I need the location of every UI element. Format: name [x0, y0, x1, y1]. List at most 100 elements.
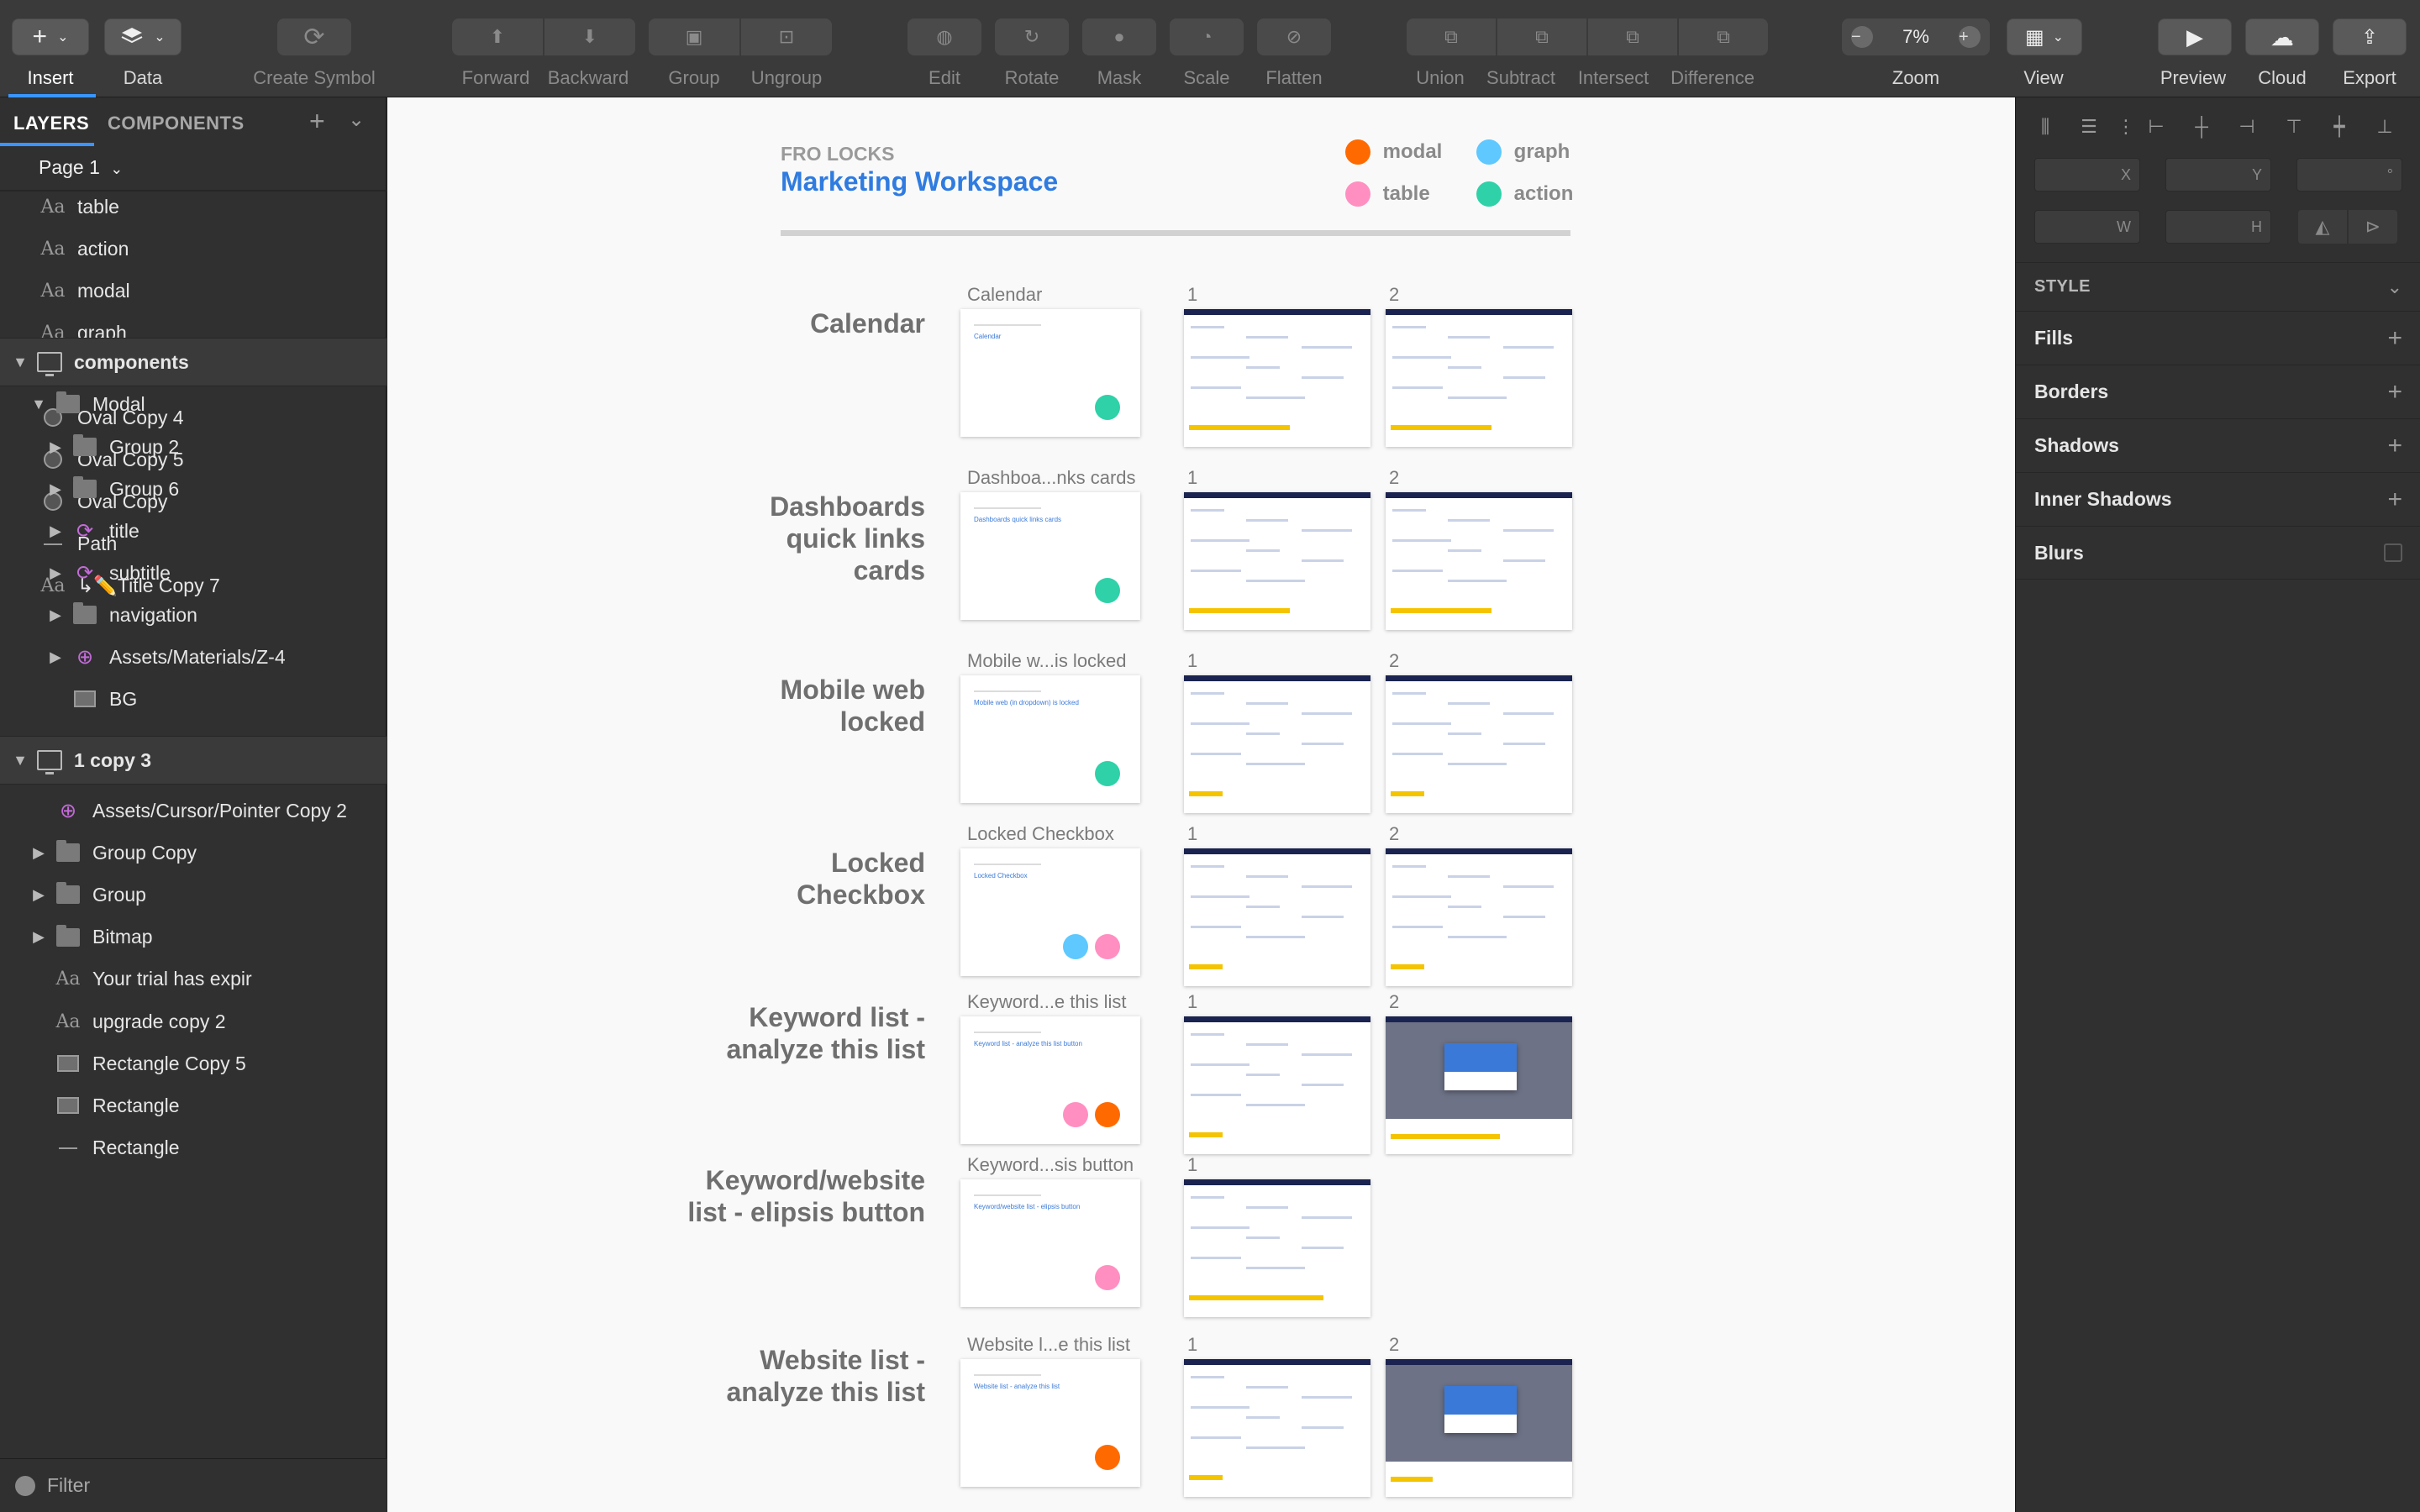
data-button[interactable]: ⌄ [104, 18, 182, 55]
artboard-name-label[interactable]: Keyword...e this list [967, 991, 1127, 1013]
layer-row[interactable]: ▶ Bitmap [0, 916, 387, 958]
page-selector[interactable]: Page 1 ⌄ [39, 156, 123, 179]
preview-button[interactable]: ▶ [2158, 18, 2232, 55]
artboard-name-label[interactable]: Locked Checkbox [967, 823, 1114, 845]
layer-row[interactable]: ▶ Group 6 [0, 468, 387, 510]
edit-button[interactable]: ◍ [908, 18, 981, 55]
disclosure-expanded-icon[interactable]: ▼ [12, 354, 29, 371]
distribute-vertical-icon[interactable]: ☰ [2076, 116, 2102, 141]
layer-row[interactable]: Aa action [0, 228, 387, 270]
screenshot-artboard[interactable] [1386, 675, 1572, 813]
artboard-thumbnail[interactable]: Keyword list - analyze this list button [960, 1016, 1140, 1144]
insert-button[interactable]: + ⌄ [12, 18, 89, 55]
disclosure-collapsed-icon[interactable]: ▶ [47, 648, 64, 666]
difference-button[interactable]: ⧉ [1679, 18, 1768, 55]
disclosure-collapsed-icon[interactable]: ▶ [47, 522, 64, 540]
filter-bar[interactable]: Filter [0, 1458, 387, 1512]
layer-row[interactable]: Aa table [0, 186, 387, 228]
inner-shadows-row[interactable]: Inner Shadows + [2016, 472, 2420, 526]
intersect-button[interactable]: ⧉ [1588, 18, 1677, 55]
width-field[interactable]: W [2034, 210, 2140, 244]
screenshot-artboard[interactable] [1386, 309, 1572, 447]
union-button[interactable]: ⧉ [1407, 18, 1496, 55]
artboard-thumbnail[interactable]: Dashboards quick links cards [960, 492, 1140, 620]
screenshot-artboard[interactable] [1184, 1179, 1370, 1317]
layer-row[interactable]: Rectangle [0, 1127, 387, 1169]
y-field[interactable]: Y [2165, 158, 2271, 192]
forward-button[interactable]: ⬆ [452, 18, 543, 55]
layer-row[interactable]: ▶ navigation [0, 594, 387, 636]
layer-group-row-modal[interactable]: ▼ Modal [0, 383, 387, 425]
chevron-down-icon[interactable]: ⌄ [348, 108, 365, 132]
flatten-button[interactable]: ⊘ [1257, 18, 1331, 55]
rotate-button[interactable]: ↻ [995, 18, 1069, 55]
add-shadow-plus-icon[interactable]: + [2387, 432, 2402, 460]
layer-row[interactable]: BG [0, 678, 387, 720]
view-button[interactable]: ▦ ⌄ [2007, 18, 2082, 55]
layer-row[interactable]: ⊕ Assets/Cursor/Pointer Copy 2 [0, 790, 387, 832]
disclosure-collapsed-icon[interactable]: ▶ [47, 564, 64, 582]
artboard-thumbnail[interactable]: Website list - analyze this list [960, 1359, 1140, 1487]
cloud-button[interactable]: ☁ [2245, 18, 2319, 55]
ungroup-button[interactable]: ⊡ [741, 18, 832, 55]
align-right-icon[interactable]: ⊣ [2234, 116, 2260, 141]
layer-row[interactable]: ▶ ⟳ title [0, 510, 387, 552]
artboard-row-copy[interactable]: ▼ 1 copy 3 [0, 736, 387, 785]
shadows-row[interactable]: Shadows + [2016, 418, 2420, 472]
disclosure-collapsed-icon[interactable]: ▶ [30, 928, 47, 946]
style-section-header[interactable]: STYLE ⌄ [2016, 262, 2420, 311]
scale-button[interactable]: ◔ [1170, 18, 1244, 55]
align-middle-icon[interactable]: ┿ [2327, 116, 2352, 141]
add-page-plus-icon[interactable]: + [309, 106, 325, 137]
blur-checkbox[interactable] [2384, 543, 2402, 562]
subtract-button[interactable]: ⧉ [1497, 18, 1586, 55]
zoom-in-icon[interactable]: + [1959, 26, 1981, 48]
flip-horizontal-icon[interactable]: ◭ [2298, 210, 2347, 244]
canvas[interactable]: FRO LOCKS Marketing Workspace modal grap… [387, 97, 2015, 1512]
disclosure-collapsed-icon[interactable]: ▶ [30, 844, 47, 862]
layer-row[interactable]: Aa upgrade copy 2 [0, 1000, 387, 1042]
layer-row[interactable]: Rectangle [0, 1084, 387, 1126]
screenshot-artboard[interactable] [1184, 309, 1370, 447]
artboard-thumbnail[interactable]: Locked Checkbox [960, 848, 1140, 976]
blurs-row[interactable]: Blurs [2016, 526, 2420, 580]
more-options-icon[interactable]: ⋮ [2113, 116, 2139, 141]
export-button[interactable]: ⇪ [2333, 18, 2407, 55]
zoom-out-icon[interactable]: − [1851, 26, 1873, 48]
layer-row[interactable]: ▶ Group Copy [0, 832, 387, 874]
artboard-name-label[interactable]: Dashboa...nks cards [967, 467, 1136, 489]
height-field[interactable]: H [2165, 210, 2271, 244]
disclosure-collapsed-icon[interactable]: ▶ [30, 886, 47, 904]
screenshot-artboard[interactable] [1184, 1016, 1370, 1154]
layer-row[interactable]: Aa Your trial has expir [0, 958, 387, 1000]
screenshot-artboard[interactable] [1386, 848, 1572, 986]
tab-components[interactable]: COMPONENTS [108, 113, 245, 134]
fills-row[interactable]: Fills + [2016, 311, 2420, 365]
tab-layers[interactable]: LAYERS [13, 113, 89, 134]
disclosure-collapsed-icon[interactable]: ▶ [47, 480, 64, 498]
layer-row[interactable]: Rectangle Copy 5 [0, 1042, 387, 1084]
artboard-thumbnail[interactable]: Calendar [960, 309, 1140, 437]
disclosure-collapsed-icon[interactable]: ▶ [47, 606, 64, 624]
filter-input[interactable]: Filter [47, 1474, 90, 1497]
mask-button[interactable]: ● [1082, 18, 1156, 55]
screenshot-artboard[interactable] [1386, 1359, 1572, 1497]
screenshot-artboard[interactable] [1184, 675, 1370, 813]
create-symbol-button[interactable]: ⟳ [277, 18, 351, 55]
layer-row[interactable]: ▶ ⊕ Assets/Materials/Z-4 [0, 636, 387, 678]
zoom-value[interactable]: 7% [1902, 26, 1929, 48]
align-bottom-icon[interactable]: ⊥ [2372, 116, 2397, 141]
artboard-name-label[interactable]: Website l...e this list [967, 1334, 1130, 1356]
disclosure-expanded-icon[interactable]: ▼ [30, 396, 47, 413]
artboard-name-label[interactable]: Keyword...sis button [967, 1154, 1134, 1176]
layer-row[interactable]: Aa modal [0, 270, 387, 312]
layer-row[interactable]: ▶ ⟳ subtitle [0, 552, 387, 594]
artboard-name-label[interactable]: Mobile w...is locked [967, 650, 1127, 672]
screenshot-artboard[interactable] [1184, 492, 1370, 630]
disclosure-collapsed-icon[interactable]: ▶ [47, 438, 64, 456]
disclosure-expanded-icon[interactable]: ▼ [12, 752, 29, 769]
artboard-row-components[interactable]: ▼ components [0, 338, 387, 386]
add-inner-shadow-plus-icon[interactable]: + [2387, 486, 2402, 514]
align-center-icon[interactable]: ┼ [2189, 116, 2214, 141]
artboard-thumbnail[interactable]: Keyword/website list - elipsis button [960, 1179, 1140, 1307]
